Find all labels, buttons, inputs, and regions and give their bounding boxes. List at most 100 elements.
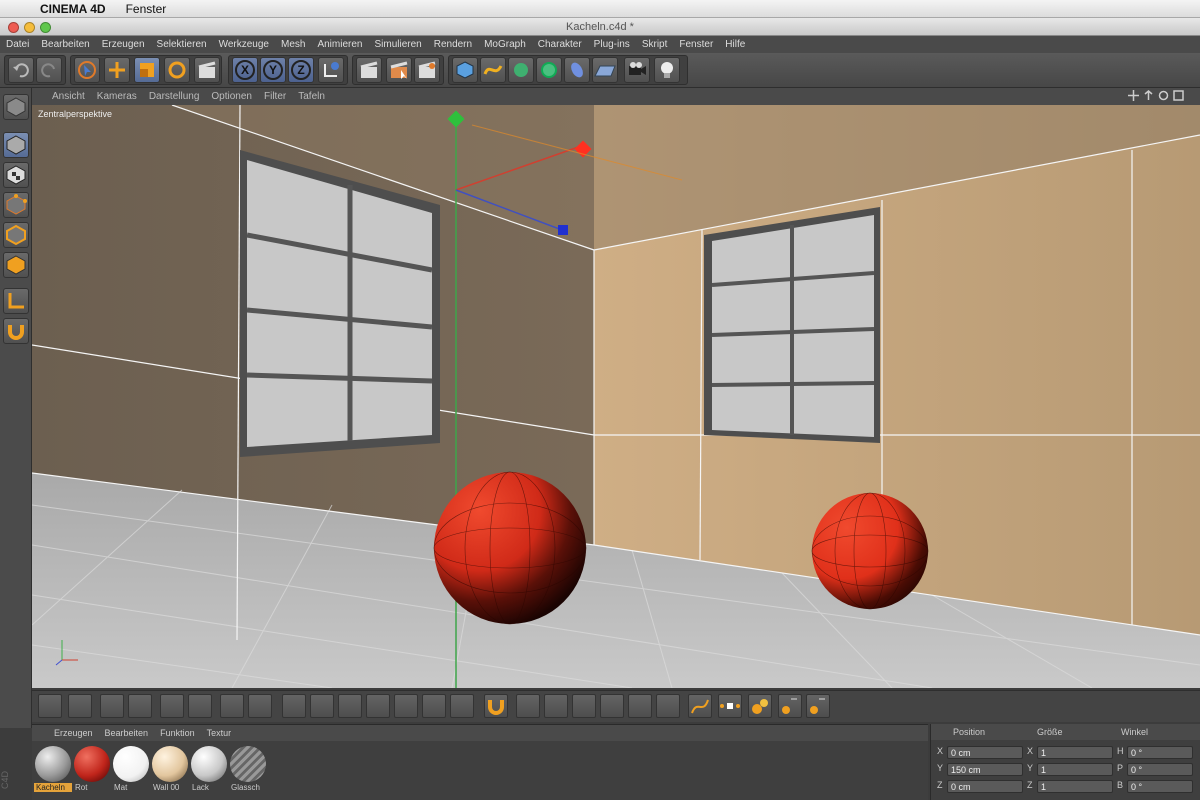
tool-bottom-2[interactable] [68, 694, 92, 718]
minimize-window-button[interactable] [24, 22, 35, 33]
edges-mode-button[interactable] [3, 222, 29, 248]
undo-button[interactable] [8, 57, 34, 83]
tool-bottom-12[interactable] [366, 694, 390, 718]
size-z-field[interactable]: 1 [1037, 780, 1113, 793]
tool-bottom-13[interactable] [394, 694, 418, 718]
material-menu-textur[interactable]: Textur [207, 728, 232, 738]
tool-bottom-19[interactable] [572, 694, 596, 718]
center-tool-button[interactable] [718, 694, 742, 718]
mograph-button[interactable] [536, 57, 562, 83]
render-view-button[interactable] [356, 57, 382, 83]
menu-animieren[interactable]: Animieren [317, 39, 362, 50]
menu-mograph[interactable]: MoGraph [484, 39, 526, 50]
mac-menu-fenster[interactable]: Fenster [126, 2, 167, 16]
live-selection-button[interactable] [194, 57, 220, 83]
camera-button[interactable] [624, 57, 650, 83]
material-swatch-lack[interactable]: Lack [190, 745, 228, 797]
app-name[interactable]: CINEMA 4D [40, 2, 106, 16]
viewport-menu-optionen[interactable]: Optionen [211, 91, 252, 102]
light-button[interactable] [654, 57, 680, 83]
scale-tool-button[interactable] [134, 57, 160, 83]
tool-bottom-11[interactable] [338, 694, 362, 718]
spline-button[interactable] [480, 57, 506, 83]
tool-bottom-1[interactable] [38, 694, 62, 718]
tool-bottom-20[interactable] [600, 694, 624, 718]
close-window-button[interactable] [8, 22, 19, 33]
tool-bottom-14[interactable] [422, 694, 446, 718]
red-sphere-left[interactable] [433, 471, 587, 625]
axis-mode-button[interactable] [3, 288, 29, 314]
tool-bottom-8[interactable] [248, 694, 272, 718]
menu-simulieren[interactable]: Simulieren [374, 39, 421, 50]
material-menu-bearbeiten[interactable]: Bearbeiten [105, 728, 149, 738]
tool-bottom-6[interactable] [188, 694, 212, 718]
select-tool-button[interactable] [74, 57, 100, 83]
tool-bottom-3[interactable] [100, 694, 124, 718]
render-picture-viewer-button[interactable] [386, 57, 412, 83]
viewport-menu-tafeln[interactable]: Tafeln [298, 91, 325, 102]
menu-selektieren[interactable]: Selektieren [157, 39, 207, 50]
material-swatch-glassch[interactable]: Glassch [229, 745, 267, 797]
scene-button[interactable] [592, 57, 618, 83]
axis-x-button[interactable]: X [232, 57, 258, 83]
redo-button[interactable] [36, 57, 62, 83]
tool-bottom-4[interactable] [128, 694, 152, 718]
rotation-p-field[interactable]: 0 ° [1127, 763, 1193, 776]
tool-bottom-17[interactable] [516, 694, 540, 718]
model-mode-button[interactable] [3, 132, 29, 158]
material-swatch-kacheln[interactable]: Kacheln [34, 745, 72, 797]
rotation-h-field[interactable]: 0 ° [1127, 746, 1193, 759]
menu-fenster[interactable]: Fenster [679, 39, 713, 50]
menu-mesh[interactable]: Mesh [281, 39, 305, 50]
cube-object-button[interactable] [452, 57, 478, 83]
axis-ps-toggle[interactable] [806, 694, 830, 718]
position-z-field[interactable]: 0 cm [947, 780, 1023, 793]
axis-xz-toggle[interactable] [778, 694, 802, 718]
menu-bearbeiten[interactable]: Bearbeiten [41, 39, 89, 50]
magnet-tool-button[interactable] [484, 694, 508, 718]
material-menu-erzeugen[interactable]: Erzeugen [54, 728, 93, 738]
rotate-tool-button[interactable] [164, 57, 190, 83]
weld-tool-button[interactable] [748, 694, 772, 718]
texture-mode-button[interactable] [3, 162, 29, 188]
viewport-menu-ansicht[interactable]: Ansicht [52, 91, 85, 102]
axis-z-button[interactable]: Z [288, 57, 314, 83]
tool-bottom-18[interactable] [544, 694, 568, 718]
coordinate-system-button[interactable] [318, 57, 344, 83]
material-swatch-wall[interactable]: Wall 00 [151, 745, 189, 797]
tool-bottom-15[interactable] [450, 694, 474, 718]
tool-bottom-5[interactable] [160, 694, 184, 718]
rotation-b-field[interactable]: 0 ° [1127, 780, 1193, 793]
tool-bottom-9[interactable] [282, 694, 306, 718]
size-y-field[interactable]: 1 [1037, 763, 1113, 776]
make-editable-button[interactable] [3, 94, 29, 120]
viewport-menu-filter[interactable]: Filter [264, 91, 286, 102]
snap-button[interactable] [3, 318, 29, 344]
menu-datei[interactable]: Datei [6, 39, 29, 50]
menu-erzeugen[interactable]: Erzeugen [102, 39, 145, 50]
viewport-menu-darstellung[interactable]: Darstellung [149, 91, 200, 102]
menu-rendern[interactable]: Rendern [434, 39, 472, 50]
orbit-icon[interactable] [1158, 90, 1169, 101]
tool-bottom-22[interactable] [656, 694, 680, 718]
position-y-field[interactable]: 150 cm [947, 763, 1023, 776]
pan-icon[interactable] [1128, 90, 1139, 101]
maximize-view-icon[interactable] [1173, 90, 1184, 101]
3d-viewport[interactable]: Zentralperspektive [32, 105, 1200, 688]
points-mode-button[interactable] [3, 192, 29, 218]
position-x-field[interactable]: 0 cm [947, 746, 1023, 759]
deformer-button[interactable] [564, 57, 590, 83]
render-settings-button[interactable] [414, 57, 440, 83]
material-swatch-mat[interactable]: Mat [112, 745, 150, 797]
menu-hilfe[interactable]: Hilfe [725, 39, 745, 50]
menu-skript[interactable]: Skript [642, 39, 668, 50]
move-tool-button[interactable] [104, 57, 130, 83]
zoom-window-button[interactable] [40, 22, 51, 33]
material-swatch-rot[interactable]: Rot [73, 745, 111, 797]
tool-bottom-21[interactable] [628, 694, 652, 718]
spline-tool-button[interactable] [688, 694, 712, 718]
tool-bottom-10[interactable] [310, 694, 334, 718]
red-sphere-right[interactable] [811, 492, 929, 610]
size-x-field[interactable]: 1 [1037, 746, 1113, 759]
dolly-icon[interactable] [1143, 90, 1154, 101]
